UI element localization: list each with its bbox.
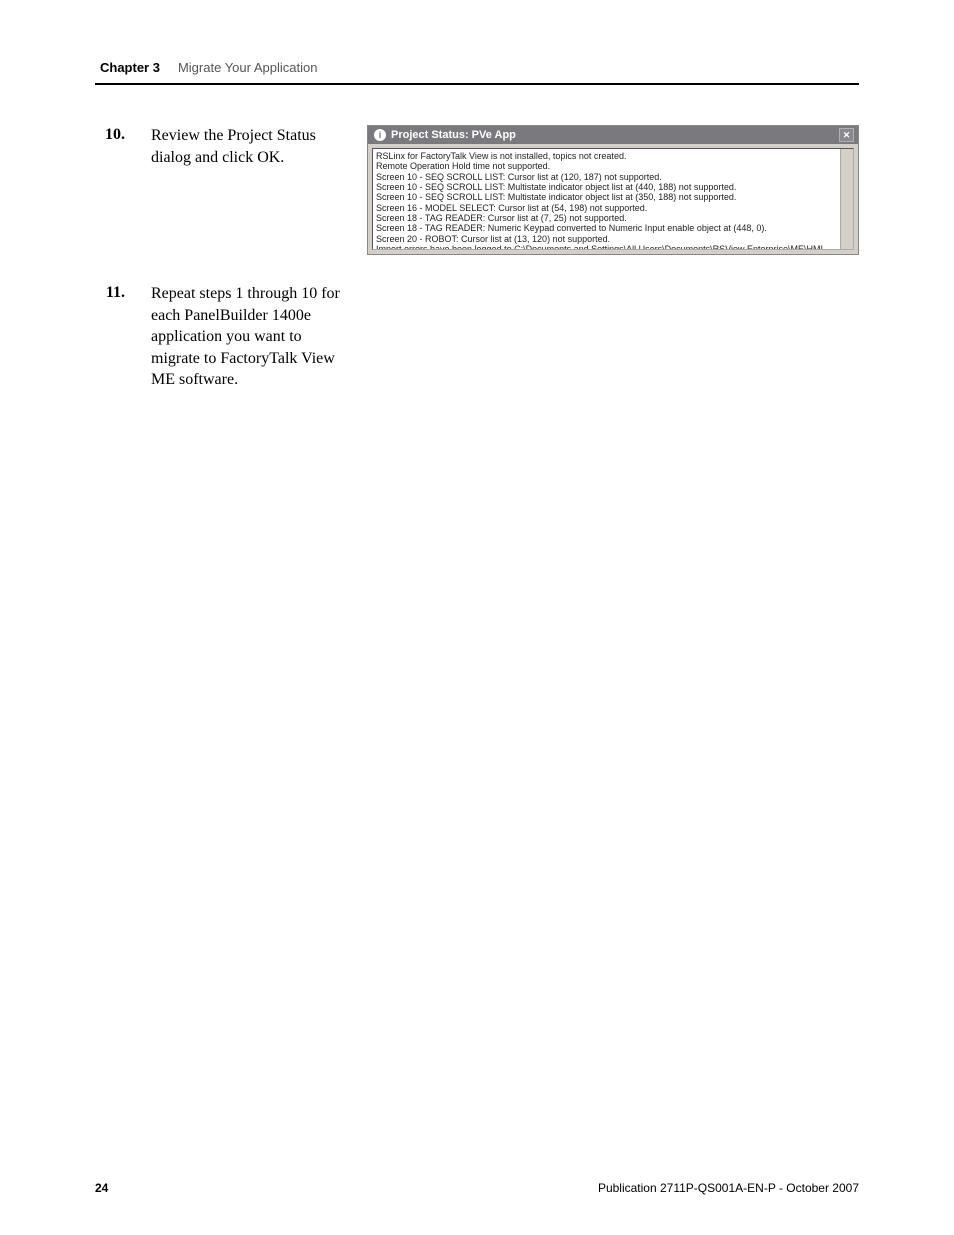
header-rule	[95, 83, 859, 85]
project-status-dialog: i Project Status: PVe App ✕ RSLinx for F…	[367, 125, 859, 255]
log-line: Screen 18 - TAG READER: Numeric Keypad c…	[376, 223, 850, 233]
log-line: Remote Operation Hold time not supported…	[376, 161, 850, 171]
dialog-log[interactable]: RSLinx for FactoryTalk View is not insta…	[372, 148, 854, 250]
running-header: Chapter 3 Migrate Your Application	[95, 60, 859, 75]
chapter-label: Chapter 3	[100, 60, 160, 75]
scroll-up-icon[interactable]: ▴	[841, 149, 853, 161]
page-footer: 24 Publication 2711P-QS001A-EN-P - Octob…	[95, 1181, 859, 1195]
log-line: Screen 16 - MODEL SELECT: Cursor list at…	[376, 203, 850, 213]
log-line: Screen 10 - SEQ SCROLL LIST: Multistate …	[376, 182, 850, 192]
close-icon[interactable]: ✕	[839, 128, 854, 142]
dialog-column: i Project Status: PVe App ✕ RSLinx for F…	[367, 125, 859, 255]
log-line: RSLinx for FactoryTalk View is not insta…	[376, 151, 850, 161]
step-number: 10.	[95, 125, 125, 144]
log-line: Screen 20 - ROBOT: Cursor list at (13, 1…	[376, 234, 850, 244]
log-line: Screen 10 - SEQ SCROLL LIST: Multistate …	[376, 192, 850, 202]
dialog-titlebar: i Project Status: PVe App ✕	[368, 126, 858, 144]
dialog-title: Project Status: PVe App	[391, 129, 516, 141]
log-line: Screen 10 - SEQ SCROLL LIST: Cursor list…	[376, 172, 850, 182]
info-icon: i	[374, 129, 386, 141]
chapter-title: Migrate Your Application	[178, 60, 317, 75]
step-text: Review the Project Status dialog and cli…	[151, 125, 341, 168]
step-row: 10. Review the Project Status dialog and…	[95, 125, 859, 255]
publication-id: Publication 2711P-QS001A-EN-P - October …	[598, 1181, 859, 1195]
dialog-body: RSLinx for FactoryTalk View is not insta…	[368, 144, 858, 254]
step-number: 11.	[95, 283, 125, 302]
step-row: 11. Repeat steps 1 through 10 for each P…	[95, 283, 859, 391]
step-text: Repeat steps 1 through 10 for each Panel…	[151, 283, 341, 391]
page-number: 24	[95, 1181, 108, 1195]
log-line: Import errors have been logged to C:\Doc…	[376, 244, 850, 250]
log-line: Screen 18 - TAG READER: Cursor list at (…	[376, 213, 850, 223]
